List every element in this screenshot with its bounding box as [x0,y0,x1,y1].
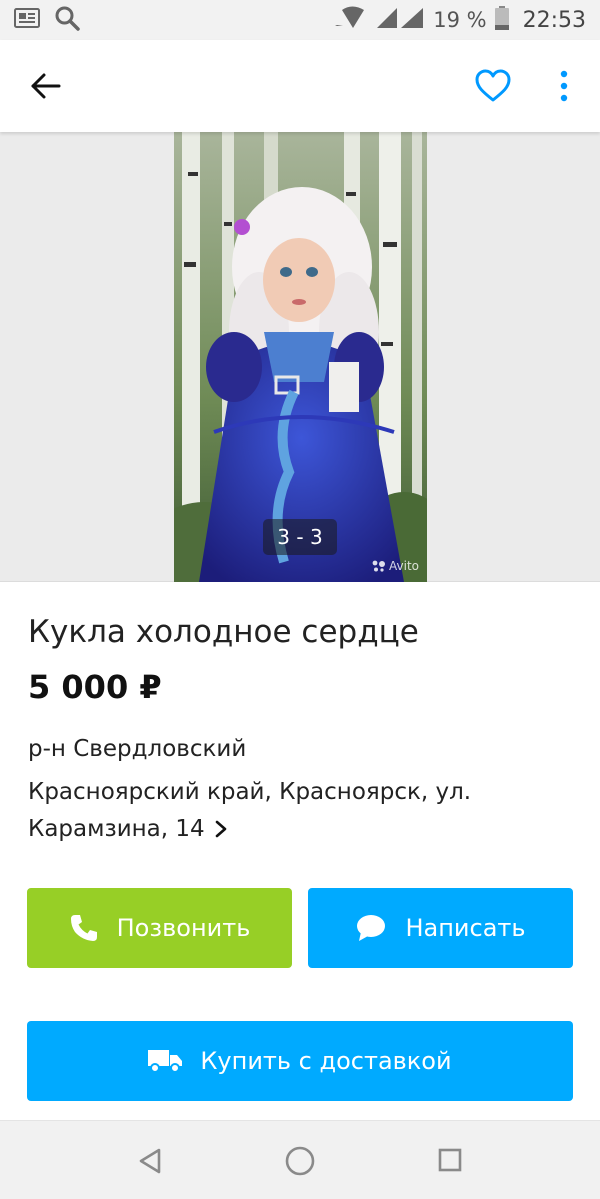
photo-gallery[interactable] [0,132,600,582]
write-message-button[interactable]: Написать [308,888,573,968]
news-icon [14,7,40,33]
listing-address-link[interactable]: Красноярский край, Красноярск, ул. Карам… [28,774,528,848]
avito-watermark: Avito [372,559,419,573]
clock: 22:53 [522,7,586,33]
buy-with-delivery-button[interactable]: Купить с доставкой [27,1021,573,1101]
signal-icon [375,7,425,34]
favorite-button[interactable] [474,68,512,104]
call-button[interactable]: Позвонить [27,888,292,968]
more-options-button[interactable] [552,68,576,104]
chevron-right-icon [215,820,226,838]
battery-percent: 19 % [433,8,487,32]
heart-icon [475,69,511,102]
search-icon [54,5,80,35]
more-vert-icon [560,70,568,102]
app-bar [0,40,600,132]
back-arrow-icon [31,73,61,99]
phone-icon [70,915,97,941]
address-text: Красноярский край, Красноярск, ул. Карам… [28,779,472,842]
listing-title: Кукла холодное сердце [28,614,419,650]
buy-button-label: Купить с доставкой [200,1047,452,1075]
delivery-truck-icon [148,1050,183,1073]
photo-counter: 3 - 3 [263,519,337,555]
listing-price: 5 000 ₽ [28,668,162,706]
listing-district: р-н Свердловский [28,736,247,762]
chat-bubble-icon [357,915,386,941]
avito-logo-icon [372,560,385,572]
nav-home-icon[interactable] [284,1145,316,1177]
battery-icon [494,5,509,35]
listing-photo[interactable] [174,132,427,582]
status-bar: 19 % 22:53 [0,0,600,40]
back-button[interactable] [28,68,64,104]
wifi-icon [333,6,367,35]
write-button-label: Написать [405,914,526,942]
nav-back-icon[interactable] [137,1147,163,1175]
call-button-label: Позвонить [116,914,251,942]
nav-recents-icon[interactable] [438,1148,462,1172]
system-nav-bar [0,1120,600,1199]
